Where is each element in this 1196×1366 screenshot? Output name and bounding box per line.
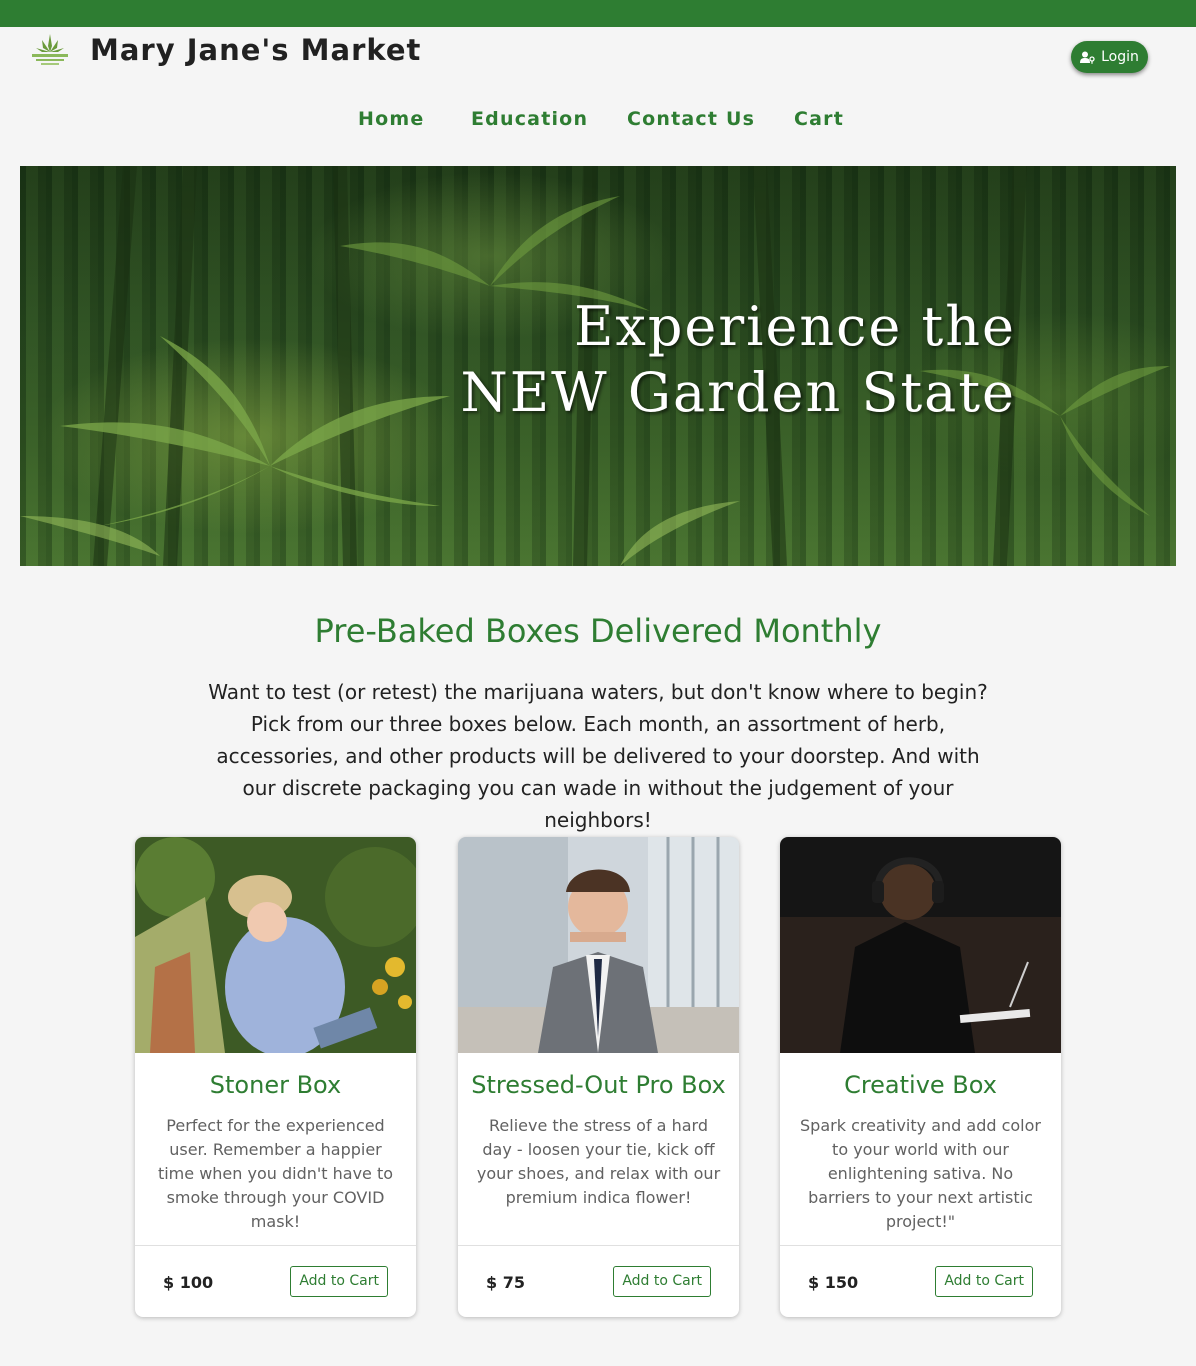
add-to-cart-button[interactable]: Add to Cart (613, 1266, 711, 1297)
product-title: Creative Box (844, 1071, 997, 1099)
user-key-icon (1080, 51, 1095, 64)
hero-headline: Experience the NEW Garden State (461, 294, 1017, 426)
product-description: Spark creativity and add color to your w… (800, 1116, 1041, 1231)
login-button[interactable]: Login (1071, 41, 1148, 73)
card-divider (780, 1245, 1061, 1246)
hero-line-1: Experience the (573, 295, 1016, 358)
product-title: Stoner Box (209, 1071, 342, 1099)
product-description: Perfect for the experienced user. Rememb… (157, 1116, 394, 1231)
product-title: Stressed-Out Pro Box (471, 1071, 726, 1099)
add-to-cart-button[interactable]: Add to Cart (935, 1266, 1033, 1297)
product-card-stressed-out-pro-box: Stressed-Out Pro Box Relieve the stress … (458, 837, 739, 1317)
product-image-creative-box (780, 837, 1061, 1053)
boxes-section-title: Pre-Baked Boxes Delivered Monthly (314, 612, 882, 650)
login-label: Login (1101, 49, 1139, 65)
product-image-stressed-out-pro-box (458, 837, 739, 1053)
product-card-creative-box: Creative Box Spark creativity and add co… (780, 837, 1061, 1317)
hero-banner: Experience the NEW Garden State (20, 166, 1176, 566)
nav-education[interactable]: Education (471, 108, 588, 130)
product-image-stoner-box (135, 837, 416, 1053)
site-title[interactable]: Mary Jane's Market (90, 33, 421, 67)
nav-cart[interactable]: Cart (794, 108, 844, 130)
product-description: Relieve the stress of a hard day - loose… (476, 1116, 721, 1207)
product-price: $ 100 (163, 1273, 214, 1292)
main-nav: Home Education Contact Us Cart (0, 108, 1196, 134)
top-accent-bar (0, 0, 1196, 27)
cannabis-leaf-logo-icon[interactable] (28, 30, 72, 72)
product-price: $ 75 (486, 1273, 525, 1292)
card-divider (458, 1245, 739, 1246)
product-card-stoner-box: Stoner Box Perfect for the experienced u… (135, 837, 416, 1317)
add-to-cart-button[interactable]: Add to Cart (290, 1266, 388, 1297)
card-divider (135, 1245, 416, 1246)
hero-line-2: NEW Garden State (460, 361, 1016, 424)
nav-home[interactable]: Home (358, 108, 424, 130)
nav-contact-us[interactable]: Contact Us (627, 108, 755, 130)
product-price: $ 150 (808, 1273, 859, 1292)
boxes-intro-text: Want to test (or retest) the marijuana w… (208, 680, 988, 832)
